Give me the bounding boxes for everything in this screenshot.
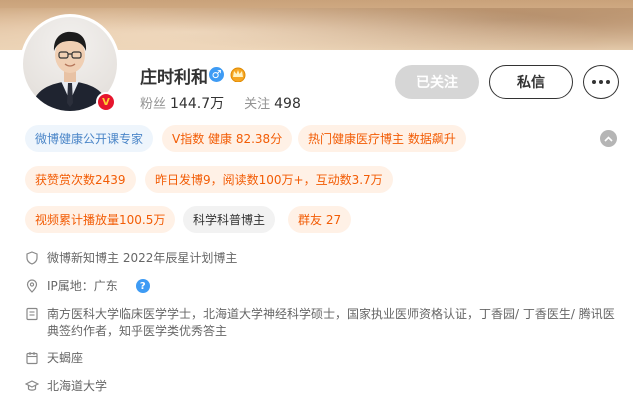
info-school: 北海道大学 [25,378,107,395]
male-icon: ♂ [209,67,224,82]
verified-badge-icon: V [96,92,116,112]
tag-health-expert[interactable]: 微博健康公开课专家 [25,125,154,152]
tag-video-plays[interactable]: 视频累计播放量100.5万 [25,206,176,233]
zodiac-text: 天蝎座 [47,351,84,365]
followed-button[interactable]: 已关注 [395,65,479,99]
bio-icon [26,307,38,321]
school-text[interactable]: 北海道大学 [47,378,107,395]
profile-name: 庄时利和 [140,68,208,88]
tag-yesterday-stats[interactable]: 昨日发博9，阅读数100万+，互动数3.7万 [145,166,393,193]
more-icon [592,80,596,84]
bio-line-1: 南方医科大学临床医学学士，北海道大学神经科学硕士，国家执业医师资格认证，丁香园/… [47,307,615,321]
following-label[interactable]: 关注 [244,97,270,112]
ip-text: IP属地：广东 [47,279,118,293]
info-bio: 南方医科大学临床医学学士，北海道大学神经科学硕士，国家执业医师资格认证，丁香园/… [25,306,615,340]
message-button[interactable]: 私信 [489,65,573,99]
location-icon [26,279,38,293]
question-icon[interactable]: ? [135,279,150,293]
tag-hot-blogger[interactable]: 热门健康医疗博主 数据飙升 [298,125,466,152]
bio-text: 南方医科大学临床医学学士，北海道大学神经科学硕士，国家执业医师资格认证，丁香园/… [47,306,615,340]
info-ip: IP属地：广东 ? [25,278,150,295]
bio-line-2: 典签约作者，知乎医学类优秀答主 [47,324,228,338]
fans-count[interactable]: 144.7万 [170,96,224,112]
crown-icon[interactable] [229,66,247,82]
collapse-chevron-up-icon[interactable] [600,130,617,147]
graduation-cap-icon [25,380,39,391]
more-button[interactable] [583,65,619,99]
info-creator: 微博新知博主 2022年辰星计划博主 [25,250,237,267]
fans-label[interactable]: 粉丝 [140,97,166,112]
calendar-icon [26,352,38,365]
following-count[interactable]: 498 [274,96,301,112]
creator-text: 微博新知博主 2022年辰星计划博主 [47,251,238,265]
tag-v-index[interactable]: V指数 健康 82.38分 [162,125,293,152]
info-zodiac: 天蝎座 [25,350,83,367]
profile-stats: 粉丝 144.7万 关注 498 [140,93,321,113]
tag-science-blogger[interactable]: 科学科普博主 [183,206,276,233]
tag-group-friends[interactable]: 群友 27 [288,206,352,233]
tag-tips-count[interactable]: 获赞赏次数2439 [25,166,136,193]
badge-icon [26,251,38,265]
